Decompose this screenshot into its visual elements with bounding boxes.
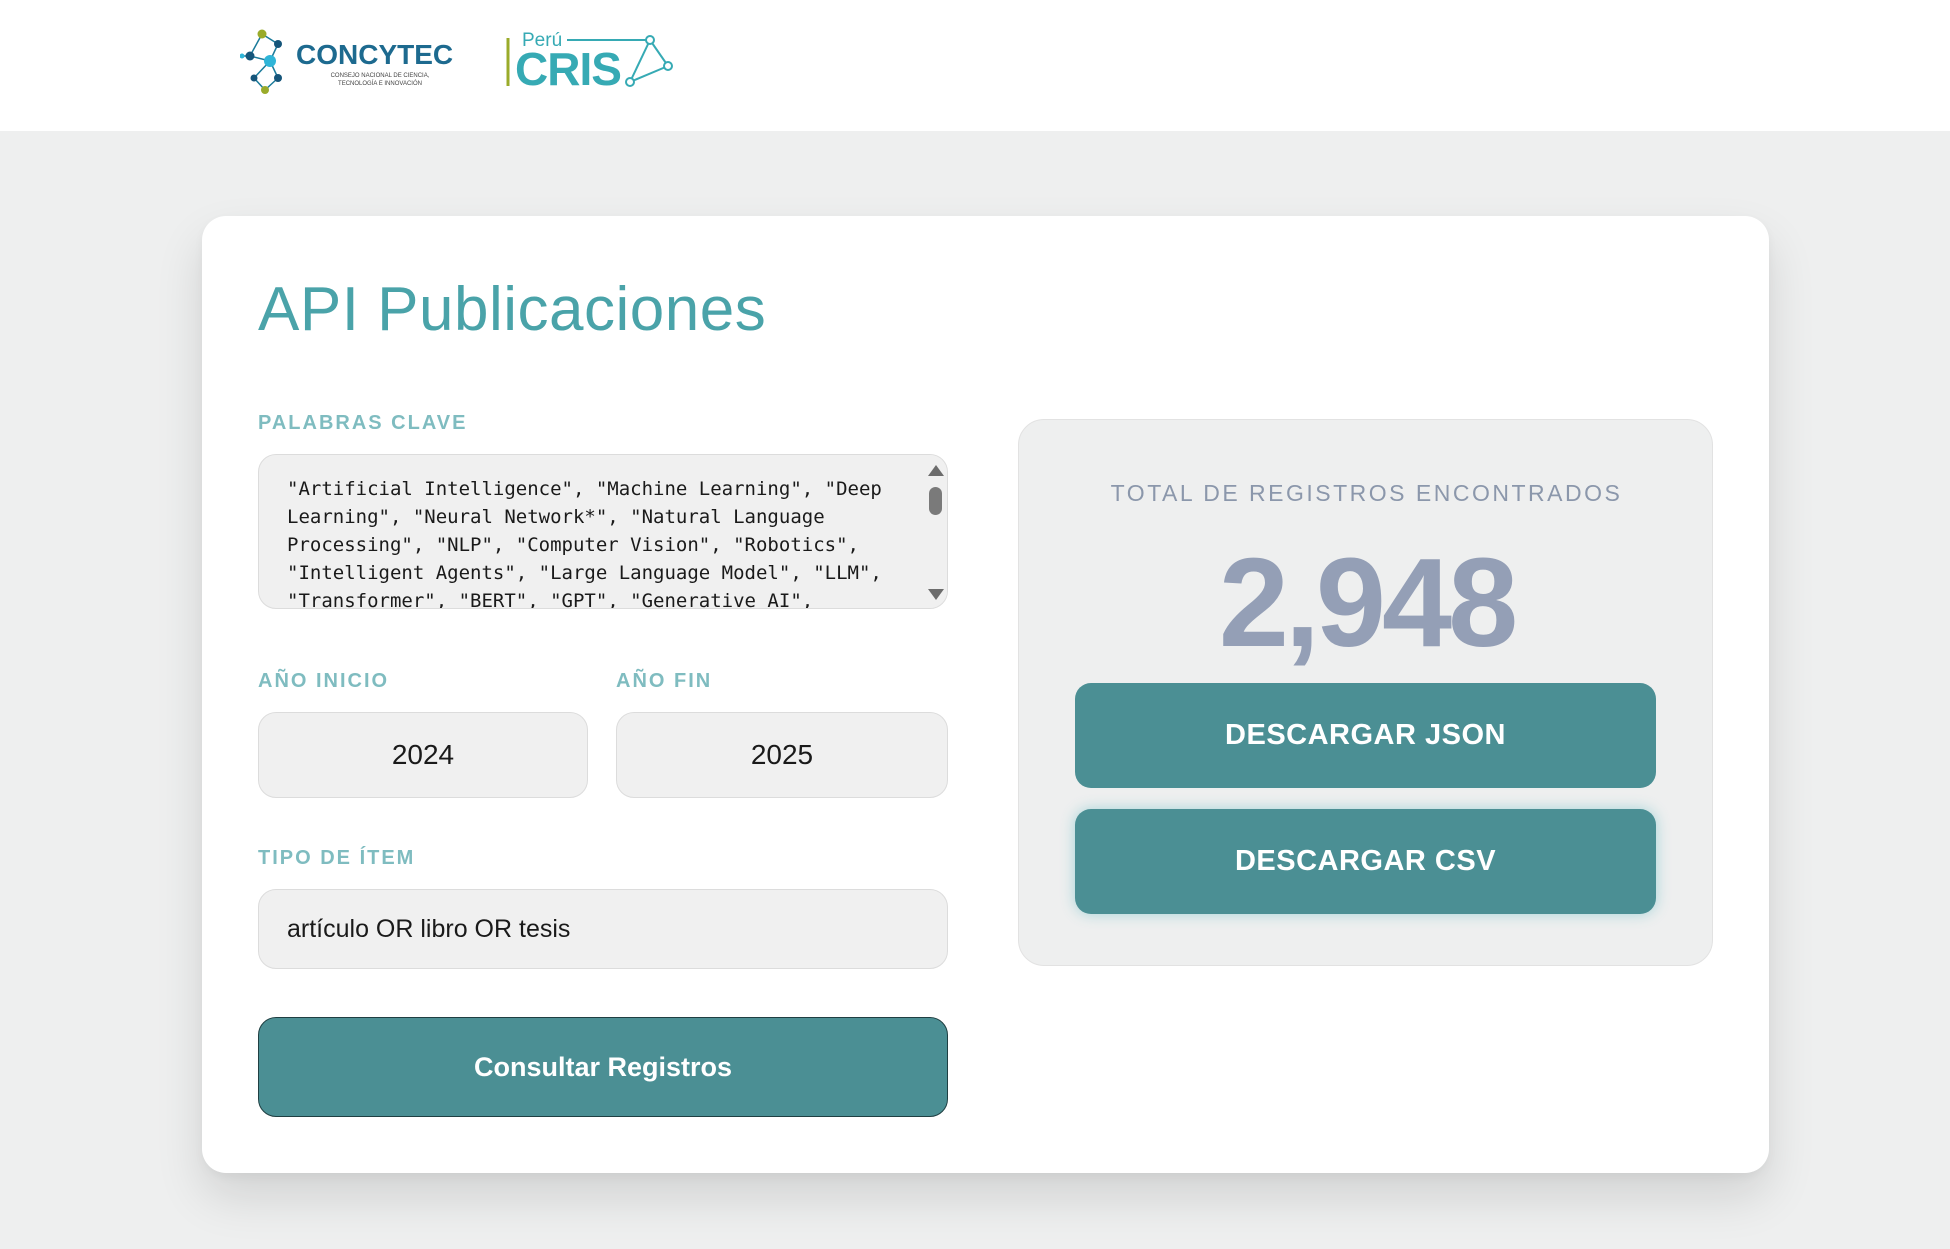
page-title: API Publicaciones: [258, 275, 767, 344]
item-type-input[interactable]: artículo OR libro OR tesis: [258, 889, 948, 969]
scroll-down-arrow-icon[interactable]: [928, 589, 944, 600]
total-records-count: 2,948: [1218, 532, 1518, 673]
consult-records-button[interactable]: Consultar Registros: [258, 1017, 948, 1117]
network-icon: [240, 29, 282, 94]
download-csv-button[interactable]: DESCARGAR CSV: [1075, 809, 1656, 914]
total-records-label: TOTAL DE REGISTROS ENCONTRADOS: [1110, 480, 1623, 506]
download-json-button[interactable]: DESCARGAR JSON: [1075, 683, 1656, 788]
keywords-label: PALABRAS CLAVE: [258, 412, 468, 434]
cris-wordmark: CRIS: [515, 43, 621, 92]
concytec-tagline-1: CONSEJO NACIONAL DE CIENCIA,: [331, 73, 430, 79]
scroll-thumb[interactable]: [929, 487, 942, 515]
publications-card: API Publicaciones PALABRAS CLAVE "Artifi…: [202, 216, 1769, 1173]
year-end-label: AÑO FIN: [616, 670, 713, 692]
scroll-up-arrow-icon[interactable]: [928, 465, 944, 476]
item-type-label: TIPO DE ÍTEM: [258, 847, 416, 869]
keywords-scrollbar[interactable]: [923, 455, 947, 608]
keywords-text: "Artificial Intelligence", "Machine Lear…: [287, 478, 894, 609]
year-end-input[interactable]: 2025: [616, 712, 948, 798]
header: CONCYTEC CONSEJO NACIONAL DE CIENCIA, TE…: [0, 0, 1950, 131]
year-start-label: AÑO INICIO: [258, 670, 390, 692]
year-start-input[interactable]: 2024: [258, 712, 588, 798]
peru-cris-logo: Perú CRIS: [506, 30, 673, 92]
keywords-textarea[interactable]: "Artificial Intelligence", "Machine Lear…: [258, 454, 948, 609]
results-panel: TOTAL DE REGISTROS ENCONTRADOS 2,948 DES…: [1018, 419, 1713, 966]
concytec-tagline-2: TECNOLOGÍA E INNOVACIÓN: [338, 80, 422, 87]
concytec-logo: CONCYTEC CONSEJO NACIONAL DE CIENCIA, TE…: [240, 29, 453, 94]
concytec-wordmark: CONCYTEC: [296, 39, 453, 70]
